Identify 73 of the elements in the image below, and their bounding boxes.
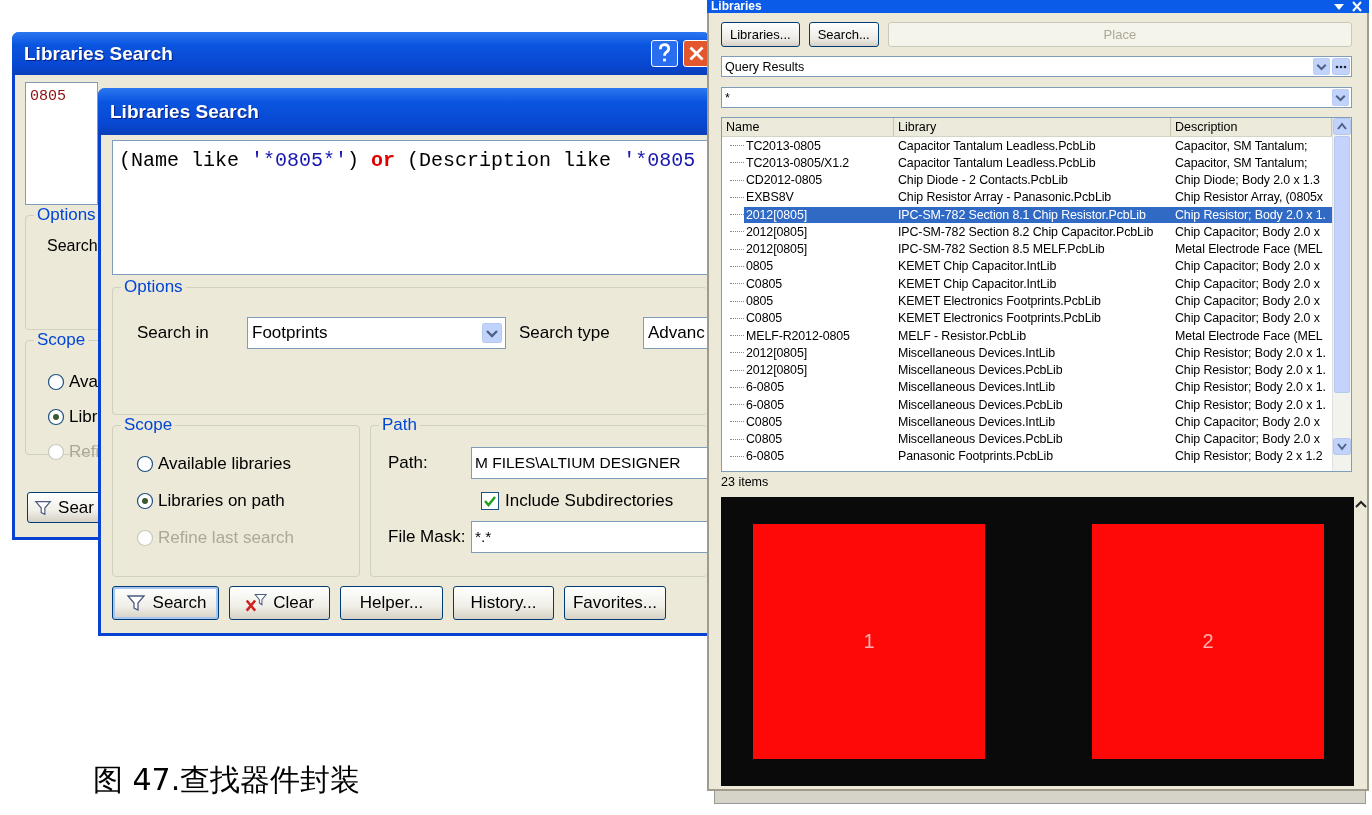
panel-title: Libraries — [711, 0, 763, 13]
group-label: Options — [34, 205, 99, 225]
dropdown[interactable]: Advanc — [643, 317, 707, 349]
radio-label[interactable]: Ava — [69, 372, 98, 392]
table-row[interactable]: 2012[0805] Miscellaneous Devices.IntLib Chip Resistor; Body 2.0 x 1. — [744, 344, 1332, 361]
filter-dropdown[interactable]: * — [721, 87, 1352, 108]
menu-arrow-icon[interactable] — [1333, 1, 1345, 12]
status-text: 23 items — [721, 475, 770, 491]
help-icon[interactable] — [651, 40, 678, 67]
table-row[interactable]: TC2013-0805 Capacitor Tantalum Leadless.PcbLib Capacitor, SM Tantalum; — [744, 137, 1332, 154]
library-dropdown[interactable]: Query Results — [721, 56, 1352, 77]
file-mask-field[interactable]: *.* — [471, 521, 707, 553]
start-search-button[interactable]: Search — [112, 586, 219, 620]
radio-label[interactable]: Libr — [69, 407, 98, 427]
checkbox-icon[interactable] — [481, 492, 499, 510]
radio-label[interactable]: Available libraries — [158, 454, 291, 474]
pad-label: 1 — [863, 630, 875, 653]
path-field[interactable]: M FILES\ALTIUM DESIGNER — [471, 447, 707, 479]
table-row[interactable]: MELF-R2012-0805 MELF - Resistor.PcbLib Metal Electrode Face (MEL — [744, 327, 1332, 344]
figure-caption: 图 47.查找器件封装 — [93, 761, 361, 799]
table-row[interactable]: C0805 Miscellaneous Devices.IntLib Chip Capacitor; Body 2.0 x — [744, 413, 1332, 430]
field-label: Search in — [137, 323, 210, 343]
group-label: Scope — [34, 330, 89, 350]
toolbar-button[interactable]: Libraries... — [721, 22, 800, 47]
window-title: Libraries Search — [24, 42, 174, 65]
pad-label: 2 — [1202, 630, 1214, 653]
table-row[interactable]: C0805 KEMET Chip Capacitor.IntLib Chip Capacitor; Body 2.0 x — [744, 275, 1332, 292]
table-row[interactable]: 2012[0805] IPC-SM-782 Section 8.2 Chip Capacitor.PcbLib Chip Capacitor; Body 2.0 x — [744, 223, 1332, 240]
table-row[interactable]: 2012[0805] Miscellaneous Devices.PcbLib Chip Resistor; Body 2.0 x 1. — [744, 362, 1332, 379]
table-row[interactable]: EXBS8V Chip Resistor Array - Panasonic.PcbLib Chip Resistor Array, (0805x — [744, 189, 1332, 206]
field-label: Search — [46, 236, 99, 255]
more-icon[interactable] — [1332, 58, 1350, 75]
close-icon[interactable] — [1351, 1, 1363, 12]
table-row[interactable]: 2012[0805] IPC-SM-782 Section 8.5 MELF.PcbLib Metal Electrode Face (MEL — [744, 241, 1332, 258]
filter-icon — [124, 593, 147, 613]
group-label: Scope — [121, 415, 176, 435]
start-search-button[interactable]: Sear — [27, 492, 101, 523]
table-row[interactable]: C0805 Miscellaneous Devices.PcbLib Chip Capacitor; Body 2.0 x — [744, 431, 1332, 448]
field-label: Path: — [388, 453, 428, 473]
field-label: Search type — [519, 323, 611, 343]
window-title: Libraries Search — [110, 100, 260, 123]
clear-filter-icon — [245, 593, 268, 613]
column-header[interactable]: Name — [722, 118, 894, 136]
table-row[interactable]: CD2012-0805 Chip Diode - 2 Contacts.PcbLib Chip Diode; Body 2.0 x 1.3 — [744, 172, 1332, 189]
query-field[interactable]: (Name like '*0805*') or (Description like '*0805 — [112, 140, 707, 275]
table-row[interactable]: C0805 KEMET Electronics Footprints.PcbLib Chip Capacitor; Body 2.0 x — [744, 310, 1332, 327]
scrollbar-thumb[interactable] — [1334, 136, 1350, 393]
dialog-button[interactable]: Helper... — [340, 586, 443, 620]
table-row[interactable]: 2012[0805] IPC-SM-782 Section 8.1 Chip Resistor.PcbLib Chip Resistor; Body 2.0 x 1. — [744, 206, 1332, 223]
table-row[interactable]: 0805 KEMET Chip Capacitor.IntLib Chip Capacitor; Body 2.0 x — [744, 258, 1332, 275]
field-label: File Mask: — [388, 527, 466, 547]
column-header[interactable]: Library — [894, 118, 1171, 136]
scroll-down-icon[interactable] — [1333, 438, 1351, 455]
table-row[interactable]: 0805 KEMET Electronics Footprints.PcbLib Chip Capacitor; Body 2.0 x — [744, 293, 1332, 309]
radio-button-icon[interactable] — [47, 408, 65, 426]
dialog-button[interactable]: History... — [453, 586, 554, 620]
radio-button-icon[interactable] — [47, 373, 65, 391]
dropdown[interactable]: Footprints — [247, 317, 506, 349]
radio-button-icon[interactable] — [136, 455, 154, 473]
collapse-icon[interactable] — [1355, 500, 1367, 509]
clear-button[interactable]: Clear — [229, 586, 330, 620]
table-row[interactable]: 6-0805 Miscellaneous Devices.PcbLib Chip Resistor; Body 2.0 x 1. — [744, 396, 1332, 413]
group-label: Options — [121, 277, 186, 297]
toolbar-button[interactable]: Search... — [808, 22, 879, 47]
dialog-button[interactable]: Favorites... — [564, 586, 666, 620]
radio-label[interactable]: Libraries on path — [158, 491, 285, 511]
table-row[interactable]: TC2013-0805/X1.2 Capacitor Tantalum Leadless.PcbLib Capacitor, SM Tantalum; — [744, 154, 1332, 171]
query-field[interactable]: 0805 — [25, 82, 98, 205]
table-row[interactable]: 6-0805 Miscellaneous Devices.IntLib Chip Resistor; Body 2.0 x 1. — [744, 379, 1332, 396]
radio-button-icon[interactable] — [136, 492, 154, 510]
table-row[interactable]: 6-0805 Panasonic Footprints.PcbLib Chip Resistor; Body 2 x 1.2 — [744, 448, 1332, 465]
checkbox-label[interactable]: Include Subdirectories — [505, 491, 674, 511]
scroll-up-icon[interactable] — [1333, 118, 1351, 135]
